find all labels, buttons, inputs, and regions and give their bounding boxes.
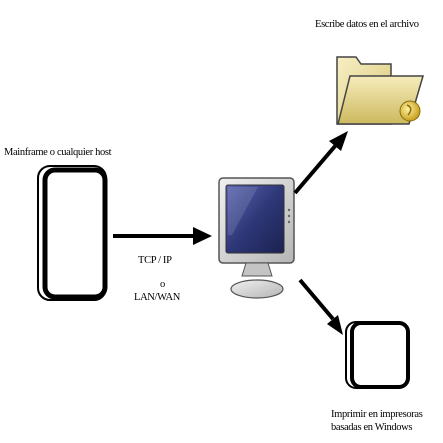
printer-box-icon <box>345 321 410 389</box>
mainframe-box-icon <box>37 165 108 301</box>
arrow-host-to-computer <box>113 227 212 245</box>
network-diagram <box>37 56 424 389</box>
folder-icon <box>336 56 424 125</box>
arrow-computer-to-file <box>293 131 348 195</box>
computer-monitor-icon <box>218 177 295 299</box>
arrow-computer-to-printer <box>298 278 343 335</box>
